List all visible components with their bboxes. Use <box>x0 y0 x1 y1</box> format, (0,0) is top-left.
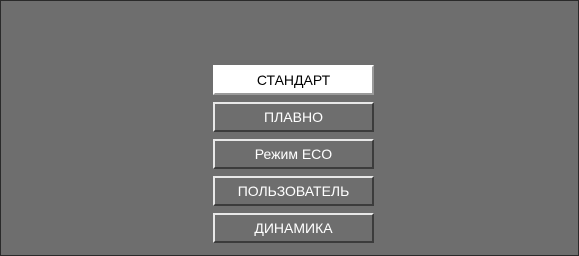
menu-item-standard[interactable]: СТАНДАРТ <box>213 65 374 95</box>
menu-item-eco-mode[interactable]: Режим ECO <box>213 139 374 169</box>
menu-item-user[interactable]: ПОЛЬЗОВАТЕЛЬ <box>213 176 374 206</box>
picture-mode-menu: СТАНДАРТ ПЛАВНО Режим ECO ПОЛЬЗОВАТЕЛЬ Д… <box>213 65 374 250</box>
osd-screen: СТАНДАРТ ПЛАВНО Режим ECO ПОЛЬЗОВАТЕЛЬ Д… <box>0 0 579 256</box>
menu-item-dynamic[interactable]: ДИНАМИКА <box>213 213 374 243</box>
menu-item-smooth[interactable]: ПЛАВНО <box>213 102 374 132</box>
